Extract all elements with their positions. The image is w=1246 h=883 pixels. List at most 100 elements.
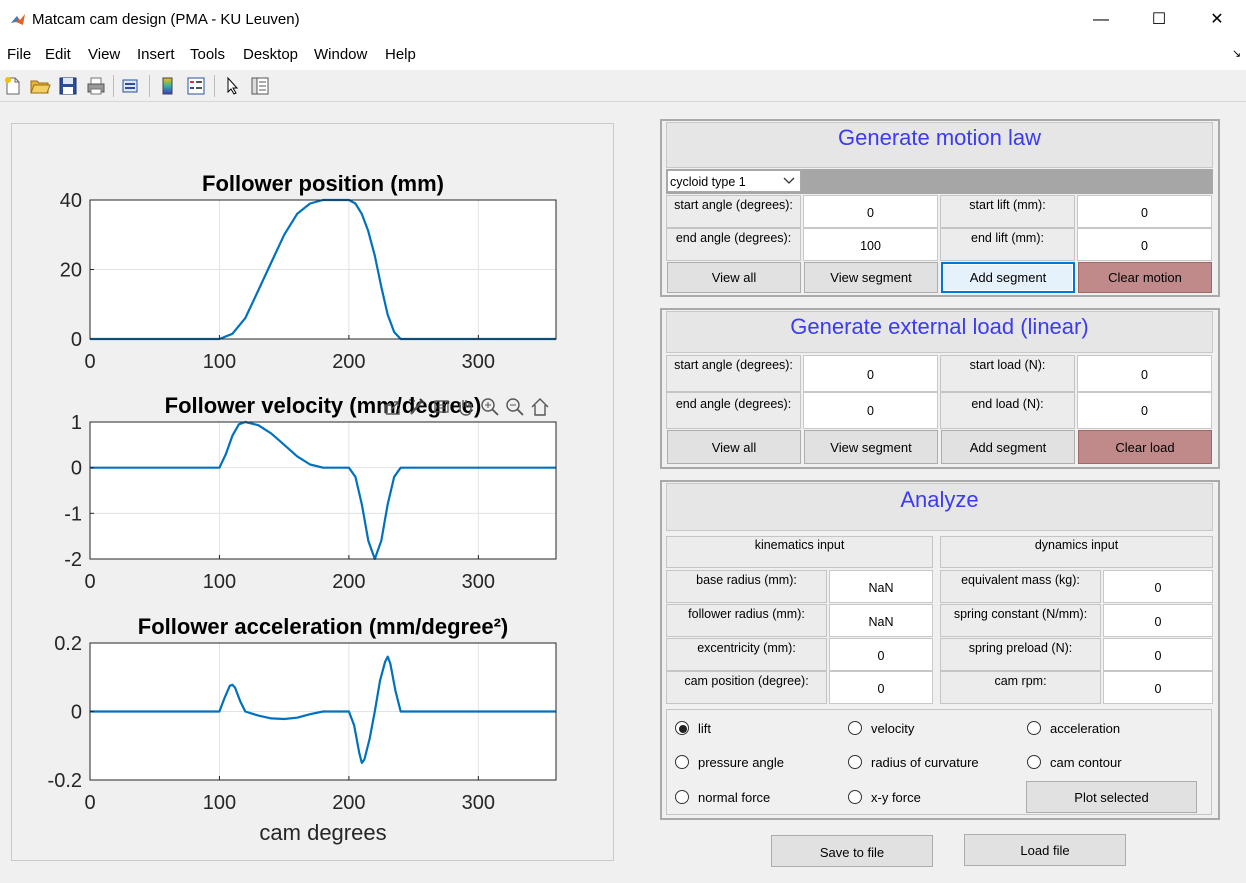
minimize-button[interactable]: — — [1072, 0, 1130, 40]
x-tick-label: 300 — [462, 571, 495, 593]
acceleration-radio-label[interactable]: acceleration — [1050, 721, 1120, 736]
kinematics-label: follower radius (mm): — [666, 604, 827, 637]
motion-start-angle-label: start angle (degrees): — [666, 195, 801, 228]
y-tick-label: 20 — [60, 260, 82, 282]
cam-contour-radio-label[interactable]: cam contour — [1050, 755, 1122, 770]
x-tick-label: 0 — [84, 351, 95, 373]
acceleration-radio[interactable] — [1027, 721, 1041, 735]
motion-start-lift-field[interactable]: 0 — [1077, 195, 1212, 228]
close-button[interactable]: ✕ — [1188, 0, 1246, 40]
load-file-button[interactable]: Load file — [964, 834, 1126, 866]
kinematics-field[interactable]: 0 — [829, 638, 933, 671]
x-tick-label: 100 — [203, 351, 236, 373]
analyze-title: Analyze — [666, 483, 1213, 531]
motion-view-all-button[interactable]: View all — [667, 262, 801, 293]
pressure-angle-radio-label[interactable]: pressure angle — [698, 755, 784, 770]
x-tick-label: 200 — [332, 792, 365, 814]
load-start-load-field[interactable]: 0 — [1077, 355, 1212, 392]
kinematics-field[interactable]: NaN — [829, 570, 933, 603]
x-tick-label: 200 — [332, 571, 365, 593]
pan-icon[interactable] — [454, 396, 476, 418]
kinematics-field[interactable]: NaN — [829, 604, 933, 637]
lift-radio-label[interactable]: lift — [698, 721, 711, 736]
dynamics-field[interactable]: 0 — [1103, 570, 1213, 603]
dynamics-field[interactable]: 0 — [1103, 638, 1213, 671]
x-tick-label: 0 — [84, 792, 95, 814]
clear-load-button[interactable]: Clear load — [1078, 430, 1212, 464]
radius-of-curvature-radio[interactable] — [848, 755, 862, 769]
y-tick-label: -1 — [64, 503, 82, 525]
normal-force-radio[interactable] — [675, 790, 689, 804]
kinematics-label: cam position (degree): — [666, 671, 827, 704]
load-end-load-label: end load (N): — [940, 392, 1075, 429]
motion-end-lift-label: end lift (mm): — [940, 228, 1075, 261]
kinematics-label: base radius (mm): — [666, 570, 827, 603]
normal-force-radio-label[interactable]: normal force — [698, 790, 770, 805]
load-start-angle-label: start angle (degrees): — [666, 355, 801, 392]
axes-toolbar — [378, 394, 558, 420]
motion-start-lift-label: start lift (mm): — [940, 195, 1075, 228]
radius-of-curvature-radio-label[interactable]: radius of curvature — [871, 755, 979, 770]
dynamics-field[interactable]: 0 — [1103, 604, 1213, 637]
load-view-all-button[interactable]: View all — [667, 430, 801, 464]
axes-background — [90, 422, 556, 559]
y-tick-label: 1 — [71, 412, 82, 434]
plots-canvas: 0 100 200 30002040Follower position (mm)0 10… — [48, 171, 557, 845]
dynamics-label: spring preload (N): — [940, 638, 1101, 671]
dynamics-field[interactable]: 0 — [1103, 671, 1213, 704]
dynamics-input-header: dynamics input — [940, 536, 1213, 568]
x-tick-label: 300 — [462, 351, 495, 373]
pressure-angle-radio[interactable] — [675, 755, 689, 769]
y-tick-label: -2 — [64, 549, 82, 571]
maximize-button[interactable]: ☐ — [1130, 0, 1188, 40]
dynamics-label: spring constant (N/mm): — [940, 604, 1101, 637]
velocity-radio-label[interactable]: velocity — [871, 721, 914, 736]
load-start-load-label: start load (N): — [940, 355, 1075, 392]
zoom-out-icon[interactable] — [504, 396, 526, 418]
data-tip-icon[interactable] — [430, 396, 452, 418]
brush-icon[interactable] — [406, 396, 428, 418]
y-tick-label: -0.2 — [48, 770, 82, 792]
external-load-title: Generate external load (linear) — [666, 311, 1213, 353]
x-tick-label: 200 — [332, 351, 365, 373]
clear-motion-button[interactable]: Clear motion — [1078, 262, 1212, 293]
motion-end-angle-label: end angle (degrees): — [666, 228, 801, 261]
motion-end-angle-field[interactable]: 100 — [803, 228, 938, 261]
dock-arrow-icon[interactable]: ↘ — [1232, 47, 1241, 60]
x-tick-label: 100 — [203, 792, 236, 814]
chart-title: Follower acceleration (mm/degree²) — [138, 614, 508, 639]
load-start-angle-field[interactable]: 0 — [803, 355, 938, 392]
x-tick-label: 100 — [203, 571, 236, 593]
export-icon[interactable] — [382, 396, 404, 418]
save-to-file-button[interactable]: Save to file — [771, 835, 933, 867]
motion-start-angle-field[interactable]: 0 — [803, 195, 938, 228]
lift-radio[interactable] — [675, 721, 689, 735]
dynamics-label: cam rpm: — [940, 671, 1101, 704]
load-end-load-field[interactable]: 0 — [1077, 392, 1212, 429]
velocity-radio[interactable] — [848, 721, 862, 735]
motion-end-lift-field[interactable]: 0 — [1077, 228, 1212, 261]
motion-type-dropdown[interactable]: cycloid type 1 — [667, 170, 801, 192]
load-end-angle-label: end angle (degrees): — [666, 392, 801, 429]
kinematics-field[interactable]: 0 — [829, 671, 933, 704]
motion-add-segment-button[interactable]: Add segment — [941, 262, 1075, 293]
y-tick-label: 0 — [71, 329, 82, 351]
motion-view-segment-button[interactable]: View segment — [804, 262, 938, 293]
motion-law-title: Generate motion law — [666, 122, 1213, 168]
y-tick-label: 40 — [60, 190, 82, 212]
home-icon[interactable] — [529, 396, 551, 418]
y-tick-label: 0 — [71, 702, 82, 724]
load-end-angle-field[interactable]: 0 — [803, 392, 938, 429]
load-view-segment-button[interactable]: View segment — [804, 430, 938, 464]
x-tick-label: 300 — [462, 792, 495, 814]
xy-force-radio-label[interactable]: x-y force — [871, 790, 921, 805]
cam-contour-radio[interactable] — [1027, 755, 1041, 769]
chevron-down-icon — [783, 177, 795, 184]
zoom-in-icon[interactable] — [479, 396, 501, 418]
plot-selected-button[interactable]: Plot selected — [1026, 781, 1197, 813]
xy-force-radio[interactable] — [848, 790, 862, 804]
dynamics-label: equivalent mass (kg): — [940, 570, 1101, 603]
y-tick-label: 0 — [71, 458, 82, 480]
load-add-segment-button[interactable]: Add segment — [941, 430, 1075, 464]
kinematics-label: excentricity (mm): — [666, 638, 827, 671]
